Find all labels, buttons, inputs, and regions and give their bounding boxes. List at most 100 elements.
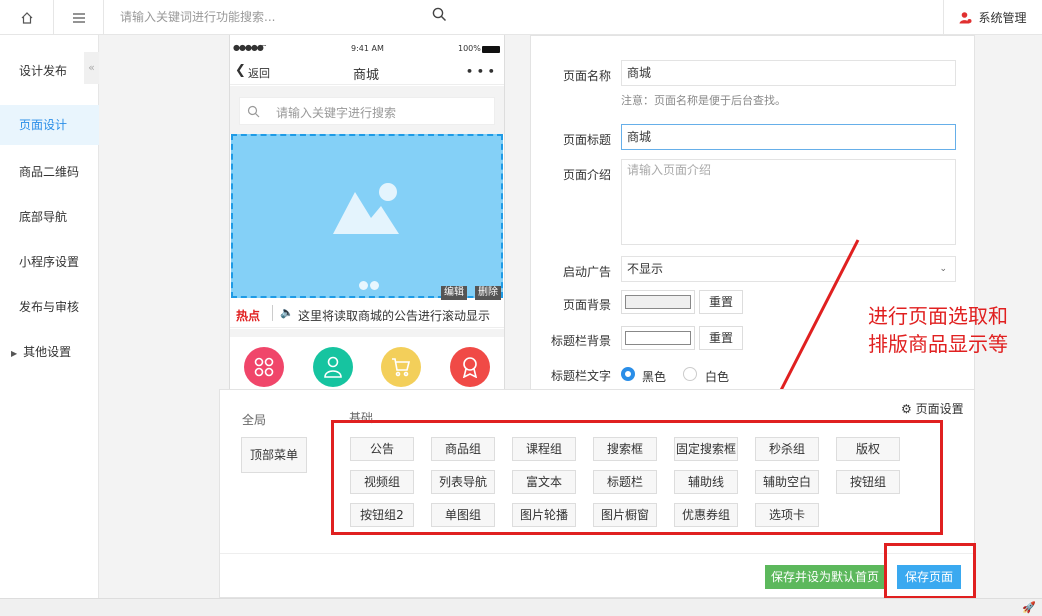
- component-chip[interactable]: 图片橱窗: [593, 503, 657, 527]
- component-chip[interactable]: 标题栏: [593, 470, 657, 494]
- component-chip[interactable]: 搜索框: [593, 437, 657, 461]
- component-chip[interactable]: 选项卡: [755, 503, 819, 527]
- speaker-icon: 🔈: [280, 306, 294, 319]
- page-settings-link[interactable]: ⚙ 页面设置: [901, 400, 964, 417]
- component-chip[interactable]: 辅助线: [674, 470, 738, 494]
- divider: [220, 553, 976, 554]
- status-battery: 100%: [458, 44, 481, 53]
- notice-tag: 热点: [236, 309, 261, 323]
- page-name-hint: 注意：页面名称是便于后台查找。: [621, 94, 786, 107]
- component-chip[interactable]: 版权: [836, 437, 900, 461]
- page-title-label: 页面标题: [562, 133, 611, 147]
- banner-delete-button[interactable]: 删除: [475, 286, 501, 300]
- back-label[interactable]: 返回: [248, 65, 270, 81]
- component-chip[interactable]: 固定搜索框: [674, 437, 738, 461]
- status-time: 9:41 AM: [351, 44, 384, 53]
- image-placeholder-icon: [333, 183, 399, 234]
- carousel-dot[interactable]: [359, 281, 368, 290]
- user-admin-icon: [959, 12, 972, 24]
- page-intro-label: 页面介绍: [562, 168, 611, 182]
- sidebar-collapse-button[interactable]: «: [84, 52, 99, 84]
- component-chip[interactable]: 图片轮播: [512, 503, 576, 527]
- sidebar-item-label: 其他设置: [23, 345, 72, 359]
- sidebar-item-product-qrcode[interactable]: 商品二维码: [0, 152, 99, 192]
- component-chip[interactable]: 秒杀组: [755, 437, 819, 461]
- sidebar-item-bottom-nav[interactable]: 底部导航: [0, 197, 99, 237]
- carousel-dot[interactable]: [370, 281, 379, 290]
- menu-icon: [72, 12, 85, 23]
- page-bg-swatch: [625, 295, 691, 309]
- battery-icon: [482, 46, 500, 53]
- titlebar-bg-label: 标题栏背景: [550, 334, 611, 348]
- phone-page-title: 商城: [353, 68, 380, 83]
- sidebar: 设计发布 页面设计 商品二维码 底部导航 小程序设置 发布与审核 ▶ 其他设置: [0, 35, 99, 598]
- phone-nav-bar: ❮ 返回 商城 • • •: [230, 61, 504, 85]
- save-and-set-default-button[interactable]: 保存并设为默认首页: [765, 565, 885, 589]
- search-icon[interactable]: [432, 7, 447, 25]
- launch-ad-label: 启动广告: [562, 265, 611, 279]
- component-chip[interactable]: 按钮组: [836, 470, 900, 494]
- page-title-input[interactable]: 商城: [621, 124, 956, 150]
- function-search-input[interactable]: 请输入关键词进行功能搜索...: [120, 8, 275, 26]
- page-bg-reset-button[interactable]: 重置: [699, 290, 743, 314]
- component-chip[interactable]: 辅助空白: [755, 470, 819, 494]
- sidebar-item-other-settings[interactable]: ▶ 其他设置: [0, 332, 99, 372]
- component-chip[interactable]: 视频组: [350, 470, 414, 494]
- caret-right-icon: ▶: [11, 349, 18, 358]
- radio-white[interactable]: [683, 367, 697, 381]
- component-chip[interactable]: 富文本: [512, 470, 576, 494]
- radio-white-label: 白色: [705, 370, 730, 384]
- page-bg-color-picker[interactable]: [621, 290, 695, 314]
- page-name-input[interactable]: 商城: [621, 60, 956, 86]
- annotation-line-1: 进行页面选取和: [868, 304, 1008, 328]
- notice-bar: 热点 🔈 这里将读取商城的公告进行滚动显示: [230, 300, 504, 328]
- gear-icon: ⚙: [901, 402, 912, 416]
- status-bar: 🚀: [0, 598, 1042, 616]
- titlebar-bg-color-picker[interactable]: [621, 326, 695, 350]
- more-icon[interactable]: • • •: [466, 65, 495, 78]
- component-chip[interactable]: 列表导航: [431, 470, 495, 494]
- menu-button[interactable]: [54, 0, 104, 35]
- home-button[interactable]: [0, 0, 54, 35]
- grid-app-icon[interactable]: [244, 347, 284, 387]
- page-bg-label: 页面背景: [562, 298, 611, 312]
- radio-black-label: 黑色: [642, 370, 667, 384]
- titlebar-bg-swatch: [625, 331, 691, 345]
- save-page-button[interactable]: 保存页面: [897, 565, 961, 589]
- component-chip[interactable]: 课程组: [512, 437, 576, 461]
- divider: [272, 305, 273, 321]
- page-settings-label: 页面设置: [915, 402, 964, 416]
- titlebar-text-label: 标题栏文字: [550, 369, 611, 383]
- wifi-icon: ⌔: [260, 43, 268, 52]
- cart-app-icon[interactable]: [381, 347, 421, 387]
- home-icon: [21, 11, 32, 24]
- search-icon: [247, 105, 260, 118]
- banner-carousel[interactable]: 编辑 删除: [231, 134, 503, 300]
- global-section-label: 全局: [242, 413, 267, 427]
- component-chip[interactable]: 商品组: [431, 437, 495, 461]
- sidebar-item-publish-review[interactable]: 发布与审核: [0, 287, 99, 327]
- sidebar-item-page-design[interactable]: 页面设计: [0, 105, 99, 145]
- phone-search-bar[interactable]: 请输入关键字进行搜索: [239, 97, 495, 125]
- phone-search-placeholder: 请输入关键字进行搜索: [276, 106, 397, 120]
- user-app-icon[interactable]: [313, 347, 353, 387]
- notice-text: 这里将读取商城的公告进行滚动显示: [298, 309, 491, 323]
- component-chip[interactable]: 单图组: [431, 503, 495, 527]
- phone-preview: ●●●●● ⌔ 9:41 AM 100% ❮ 返回 商城 • • • 请输入关键…: [229, 35, 505, 390]
- component-chip[interactable]: 按钮组2: [350, 503, 414, 527]
- system-management-menu[interactable]: 系统管理: [943, 0, 1042, 35]
- top-menu-button[interactable]: 顶部菜单: [241, 437, 307, 473]
- component-chip[interactable]: 公告: [350, 437, 414, 461]
- divider: [230, 329, 504, 337]
- rocket-icon[interactable]: 🚀: [1022, 601, 1036, 614]
- component-chip[interactable]: 优惠券组: [674, 503, 738, 527]
- page-intro-textarea[interactable]: 请输入页面介绍: [621, 159, 956, 245]
- titlebar-bg-reset-button[interactable]: 重置: [699, 326, 743, 350]
- sidebar-item-miniprogram-settings[interactable]: 小程序设置: [0, 242, 99, 282]
- chevron-left-icon[interactable]: ❮: [235, 63, 246, 78]
- component-panel: 全局 基础 ⚙ 页面设置 顶部菜单 保存并设为默认首页 保存页面 公告 商品组 课程…: [219, 389, 976, 599]
- radio-black[interactable]: [621, 367, 635, 381]
- banner-edit-button[interactable]: 编辑: [441, 286, 467, 300]
- badge-app-icon[interactable]: [450, 347, 490, 387]
- page-name-label: 页面名称: [562, 69, 611, 83]
